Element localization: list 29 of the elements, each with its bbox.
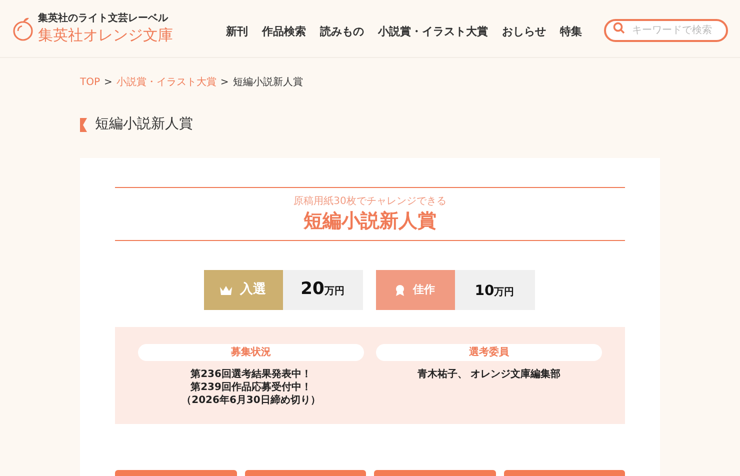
nav-link[interactable]: 特集 [560,24,582,41]
award-title: 短編小説新人賞 [304,208,436,232]
prize-label: 佳作 [413,282,435,298]
info-text: （2026年6月30日締め切り） [182,394,320,407]
info-heading: 募集状況 [138,344,364,361]
info-text: 青木祐子、 オレンジ文庫編集部 [417,368,561,381]
nav-link[interactable]: 新刊 [226,24,248,41]
prize-label: 入選 [240,280,266,300]
heading-marker-icon [80,118,87,132]
nav-link[interactable]: 作品検索 [262,24,306,41]
nav-link[interactable]: 読みもの [320,24,364,41]
search-field[interactable]: キーワードで検索 [604,18,728,42]
tagline: 集英社のライト文芸レーベル [38,12,170,24]
breadcrumb-separator: > [104,76,112,90]
fruit-logo-icon [12,16,34,42]
rosette-icon [395,284,405,296]
info-text: 第239回作品応募受付中！ [190,381,312,394]
search-icon [613,22,625,34]
info-heading: 選考委員 [376,344,602,361]
info-text: 第236回選考結果発表中！ [190,368,312,381]
prize-amount: 20万円 [300,278,344,302]
crown-icon [220,286,232,294]
breadcrumb-current: 短編小説新人賞 [232,76,303,90]
prize-amount: 10万円 [474,282,514,301]
page-heading: 短編小説新人賞 [95,115,193,134]
breadcrumb-separator: > [220,76,229,90]
award-subtitle: 原稿用紙30枚でチャレンジできる [294,196,446,206]
nav-link[interactable]: 小説賞・イラスト大賞 [378,24,488,41]
nav-link[interactable]: おしらせ [502,24,546,41]
